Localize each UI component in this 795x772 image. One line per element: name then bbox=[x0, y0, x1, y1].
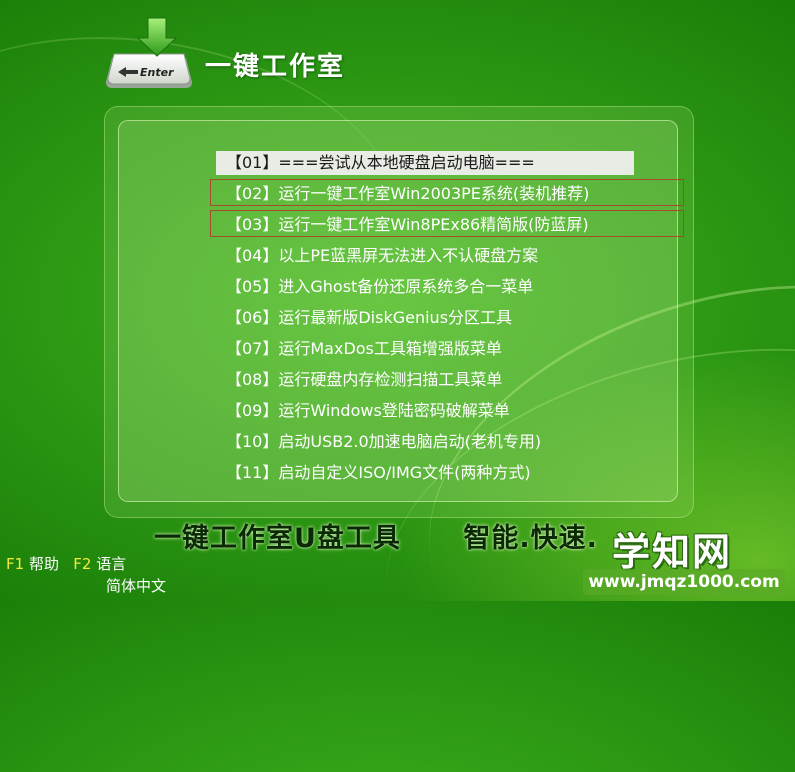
f1-help-hint[interactable]: F1 帮助 bbox=[6, 555, 59, 573]
menu-item-05[interactable]: 【05】进入Ghost备份还原系统多合一菜单 bbox=[214, 274, 684, 305]
menu-item-01[interactable]: 【01】===尝试从本地硬盘启动电脑=== bbox=[214, 150, 684, 181]
menu-item-label: 【01】===尝试从本地硬盘启动电脑=== bbox=[226, 153, 535, 172]
menu-item-10[interactable]: 【10】启动USB2.0加速电脑启动(老机专用) bbox=[214, 429, 684, 460]
menu-item-label: 【09】运行Windows登陆密码破解菜单 bbox=[226, 401, 510, 420]
menu-item-11[interactable]: 【11】启动自定义ISO/IMG文件(两种方式) bbox=[214, 460, 684, 491]
current-language: 简体中文 bbox=[106, 577, 167, 595]
app-title: 一键工作室 bbox=[205, 52, 346, 82]
menu-item-04[interactable]: 【04】以上PE蓝黑屏无法进入不认硬盘方案 bbox=[214, 243, 684, 274]
menu-item-02[interactable]: 【02】运行一键工作室Win2003PE系统(装机推荐) bbox=[210, 179, 684, 212]
menu-item-label: 【07】运行MaxDos工具箱增强版菜单 bbox=[226, 339, 502, 358]
menu-item-03[interactable]: 【03】运行一键工作室Win8PEx86精简版(防蓝屏) bbox=[210, 210, 684, 243]
slogan-text: 一键工作室U盘工具 智能.快速. bbox=[154, 523, 598, 554]
menu-item-label: 【03】运行一键工作室Win8PEx86精简版(防蓝屏) bbox=[226, 215, 589, 234]
menu-item-label: 【06】运行最新版DiskGenius分区工具 bbox=[226, 308, 513, 327]
f2-language-hint[interactable]: F2 语言 bbox=[73, 555, 126, 573]
menu-item-label: 【05】进入Ghost备份还原系统多合一菜单 bbox=[226, 277, 534, 296]
f2-key: F2 bbox=[73, 555, 92, 573]
menu-item-07[interactable]: 【07】运行MaxDos工具箱增强版菜单 bbox=[214, 336, 684, 367]
watermark-title: 学知网 bbox=[612, 530, 733, 574]
enter-key-label: Enter bbox=[140, 66, 174, 79]
menu-item-09[interactable]: 【09】运行Windows登陆密码破解菜单 bbox=[214, 398, 684, 429]
menu-item-label: 【08】运行硬盘内存检测扫描工具菜单 bbox=[226, 370, 503, 389]
enter-key-icon: Enter bbox=[106, 17, 192, 88]
f1-label: 帮助 bbox=[28, 555, 59, 573]
menu-item-06[interactable]: 【06】运行最新版DiskGenius分区工具 bbox=[214, 305, 684, 336]
menu-item-label: 【04】以上PE蓝黑屏无法进入不认硬盘方案 bbox=[226, 246, 539, 265]
function-key-bar: F1 帮助 F2 语言 bbox=[6, 553, 126, 574]
menu-item-label: 【11】启动自定义ISO/IMG文件(两种方式) bbox=[226, 463, 531, 482]
f2-label: 语言 bbox=[96, 555, 127, 573]
f1-key: F1 bbox=[6, 555, 25, 573]
menu-item-label: 【10】启动USB2.0加速电脑启动(老机专用) bbox=[226, 432, 542, 451]
watermark-url: www.jmqz1000.com bbox=[583, 569, 785, 595]
boot-menu: 【01】===尝试从本地硬盘启动电脑=== 【02】运行一键工作室Win2003… bbox=[210, 150, 684, 491]
menu-item-08[interactable]: 【08】运行硬盘内存检测扫描工具菜单 bbox=[214, 367, 684, 398]
menu-item-label: 【02】运行一键工作室Win2003PE系统(装机推荐) bbox=[226, 184, 590, 203]
